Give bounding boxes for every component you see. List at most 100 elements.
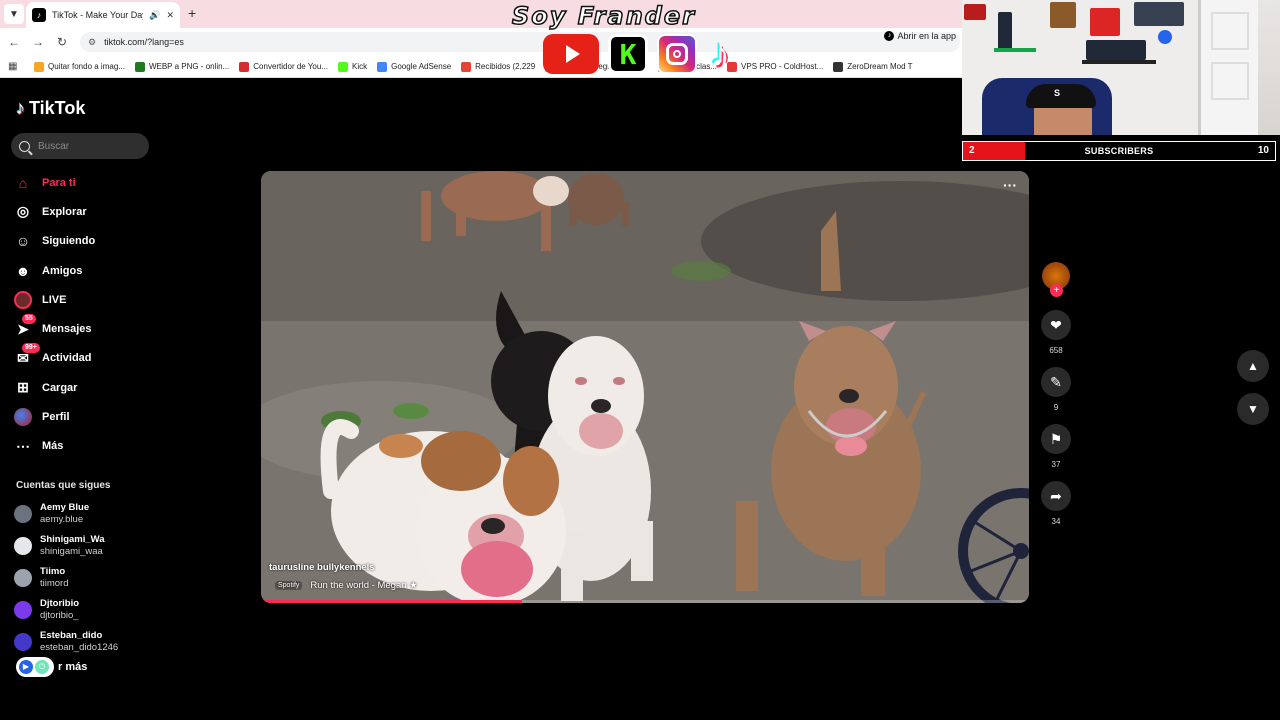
new-tab-button[interactable]: + xyxy=(188,6,196,20)
sidebar-item-upload[interactable]: ⊞ Cargar xyxy=(14,373,154,402)
bookmark-item[interactable]: Kick xyxy=(337,61,367,72)
save-button[interactable]: ⚑ xyxy=(1041,424,1071,454)
followed-account[interactable]: Djtoribio djtoribio_ xyxy=(14,594,154,626)
sidebar-item-label: Siguiendo xyxy=(42,235,96,248)
sidebar-item-following[interactable]: ☺ Siguiendo xyxy=(14,227,154,256)
avatar xyxy=(14,537,32,555)
tab-search-button[interactable]: ▼ xyxy=(4,4,24,24)
screen: ▼ ♪ TikTok - Make Your Day 🔊 ✕ + ← → ↻ ⚙… xyxy=(0,0,1280,720)
activity-icon: ✉ 99+ xyxy=(14,343,40,367)
extension-toggle[interactable]: ▶ ⏻ xyxy=(16,657,54,677)
sidebar-item-home[interactable]: ⌂ Para ti xyxy=(14,168,154,197)
heart-icon: ❤ xyxy=(1050,316,1062,333)
followed-account[interactable]: Esteban_dido esteban_dido1246 xyxy=(14,626,154,658)
follow-plus-icon[interactable]: + xyxy=(1050,284,1063,297)
bookmark-label: Quitar fondo a imag... xyxy=(48,62,125,71)
sidebar-item-label: LIVE xyxy=(42,293,67,306)
back-icon[interactable]: ← xyxy=(6,34,22,50)
bookmark-item[interactable]: Google AdSense xyxy=(377,61,452,72)
url-field[interactable]: ⚙ tiktok.com/?lang=es xyxy=(80,32,960,52)
browser-tab[interactable]: ♪ TikTok - Make Your Day 🔊 ✕ xyxy=(26,2,180,28)
bookmark-label: Convertidor de You... xyxy=(253,62,328,71)
spotify-badge: Spotify xyxy=(275,581,303,590)
followed-account[interactable]: Aemy Blue aemy.blue xyxy=(14,498,154,530)
share-button[interactable]: ➦ xyxy=(1041,481,1071,511)
bookmark-favicon-icon xyxy=(833,61,844,72)
video-player[interactable]: ··· taurusline bullykennels Spotify Run … xyxy=(261,171,1029,603)
sidebar-item-activity[interactable]: ✉ 99+ Actividad xyxy=(14,343,154,373)
sidebar-item-friends[interactable]: ☻ Amigos xyxy=(14,256,154,285)
comment-button[interactable]: ✎ xyxy=(1041,367,1071,397)
search-icon xyxy=(19,140,30,152)
sidebar-item-label: Perfil xyxy=(42,411,70,424)
see-more-button[interactable]: ▶ ⏻ r más xyxy=(16,657,87,677)
subscriber-label: SUBSCRIBERS xyxy=(1084,146,1154,156)
door-background xyxy=(1198,0,1258,135)
bookmark-icon: ⚑ xyxy=(1049,430,1063,447)
account-name: Aemy Blue xyxy=(40,502,90,513)
bookmark-item[interactable]: WEBP a PNG - onlin... xyxy=(134,61,230,72)
open-in-app-button[interactable]: ♪ Abrir en la app xyxy=(884,31,956,41)
account-name: Djtoribio xyxy=(40,598,80,609)
close-tab-icon[interactable]: ✕ xyxy=(166,10,174,21)
bookmark-label: Google AdSense xyxy=(391,62,452,71)
reload-icon[interactable]: ↻ xyxy=(54,34,70,50)
sidebar-item-messages[interactable]: ➤ 55 Mensajes xyxy=(14,314,154,343)
followed-account[interactable]: Tiimo tiimord xyxy=(14,562,154,594)
account-handle: shinigami_waa xyxy=(40,546,103,557)
account-name: Tiimo xyxy=(40,566,66,577)
bookmark-item[interactable]: Quitar fondo a imag... xyxy=(34,61,125,72)
like-button[interactable]: ❤ xyxy=(1041,310,1071,340)
bookmark-favicon-icon xyxy=(377,61,388,72)
chevron-up-icon: ▲ xyxy=(1247,359,1259,373)
open-in-app-label: Abrir en la app xyxy=(897,31,956,41)
notification-badge: 99+ xyxy=(22,343,40,354)
avatar xyxy=(14,633,32,651)
following-list: Aemy Blue aemy.blue Shinigami_Wa shinigami_… xyxy=(14,498,154,658)
avatar xyxy=(14,601,32,619)
sidebar-item-compass[interactable]: ◎ Explorar xyxy=(14,197,154,226)
url-text: tiktok.com/?lang=es xyxy=(104,37,184,47)
video-more-options-icon[interactable]: ··· xyxy=(1003,177,1017,193)
bookmark-item[interactable]: Recibidos (2,229 xyxy=(461,61,535,72)
apps-grid-icon[interactable]: ▦ xyxy=(8,61,34,72)
bookmark-label: WEBP a PNG - onlin... xyxy=(148,62,230,71)
sidebar-item-live-avatar[interactable]: LIVE xyxy=(14,285,154,314)
bookmarks-bar: ▦ Quitar fondo a imag... WEBP a PNG - onl… xyxy=(0,56,962,78)
forward-icon[interactable]: → xyxy=(30,34,46,50)
play-icon: ▶ xyxy=(19,660,33,674)
followed-account[interactable]: Shinigami_Wa shinigami_waa xyxy=(14,530,154,562)
bookmark-item[interactable]: Convertidor de You... xyxy=(239,61,328,72)
music-title: Run the world - Megan ★ xyxy=(310,580,418,591)
home-icon: ⌂ xyxy=(18,174,28,191)
chevron-down-icon: ▼ xyxy=(1247,402,1259,416)
sidebar-item-more[interactable]: ⋯ Más xyxy=(14,432,154,461)
webcam-feed: S xyxy=(962,0,1280,135)
sidebar-item-profile-avatar[interactable]: Perfil xyxy=(14,402,154,431)
video-username[interactable]: taurusline bullykennels xyxy=(269,562,375,573)
compass-icon: ◎ xyxy=(16,203,30,220)
previous-video-button[interactable]: ▲ xyxy=(1237,350,1269,382)
tiktok-favicon-icon: ♪ xyxy=(32,8,46,22)
sidebar-item-label: Amigos xyxy=(42,264,83,277)
account-handle: aemy.blue xyxy=(40,514,84,525)
tiktok-logo[interactable]: ♪ TikTok xyxy=(16,98,85,119)
bookmark-item[interactable]: VPS PRO - ColdHost... xyxy=(727,61,824,72)
bookmark-item[interactable]: ZeroDream Mod T xyxy=(833,61,912,72)
creator-avatar[interactable]: + xyxy=(1042,262,1070,297)
youtube-icon xyxy=(543,34,599,74)
video-frame xyxy=(261,171,1029,603)
live-avatar-icon xyxy=(14,290,32,309)
video-music[interactable]: Spotify Run the world - Megan ★ xyxy=(275,580,418,591)
messages-icon: ➤ 55 xyxy=(14,314,36,338)
sidebar-item-label: Actividad xyxy=(42,352,92,365)
speaker-icon[interactable]: 🔊 xyxy=(149,10,160,21)
sidebar-nav: ⌂ Para ti ◎ Explorar ☺ Siguiendo ☻ Amigos LIVE ➤ 5… xyxy=(14,168,154,461)
search-bar[interactable] xyxy=(11,133,149,159)
account-name: Shinigami_Wa xyxy=(40,534,105,545)
next-video-button[interactable]: ▼ xyxy=(1237,393,1269,425)
site-info-icon[interactable]: ⚙ xyxy=(88,37,96,48)
avatar xyxy=(14,569,32,587)
bookmark-label: VPS PRO - ColdHost... xyxy=(741,62,824,71)
search-input[interactable] xyxy=(38,140,138,152)
